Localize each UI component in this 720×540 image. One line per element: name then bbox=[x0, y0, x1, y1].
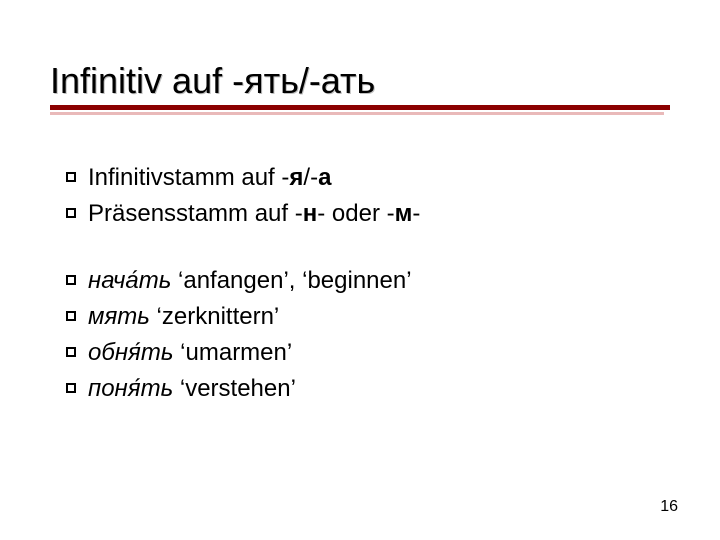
text: - oder - bbox=[317, 200, 394, 227]
list-item: обня́ть ‘umarmen’ bbox=[50, 336, 670, 370]
text: /- bbox=[303, 164, 318, 191]
example-word: обня́ть bbox=[88, 339, 174, 366]
page-number: 16 bbox=[660, 498, 678, 516]
example-word: мять bbox=[88, 303, 150, 330]
example-word: нача́ть bbox=[88, 267, 171, 294]
text-bold: я bbox=[289, 164, 303, 191]
rule-dark bbox=[50, 105, 670, 110]
list-item: мять ‘zerknittern’ bbox=[50, 300, 670, 334]
list-item: Präsensstamm auf -н- oder -м- bbox=[50, 197, 670, 231]
example-gloss: ‘umarmen’ bbox=[174, 339, 293, 366]
bullet-group-1: Infinitivstamm auf -я/-а Präsensstamm au… bbox=[50, 161, 670, 231]
text: Präsensstamm auf - bbox=[88, 200, 303, 227]
spacer bbox=[50, 234, 670, 264]
example-word: поня́ть bbox=[88, 375, 173, 402]
text: - bbox=[412, 200, 420, 227]
list-item: поня́ть ‘verstehen’ bbox=[50, 372, 670, 406]
slide-title: Infinitiv auf -ять/-ать bbox=[50, 60, 670, 101]
rule-light bbox=[50, 112, 664, 115]
list-item: нача́ть ‘anfangen’, ‘beginnen’ bbox=[50, 264, 670, 298]
example-gloss: ‘zerknittern’ bbox=[150, 303, 279, 330]
list-item: Infinitivstamm auf -я/-а bbox=[50, 161, 670, 195]
bullet-group-2: нача́ть ‘anfangen’, ‘beginnen’ мять ‘zer… bbox=[50, 264, 670, 406]
text: Infinitivstamm auf - bbox=[88, 164, 289, 191]
text-bold: н bbox=[303, 200, 318, 227]
text-bold: а bbox=[318, 164, 331, 191]
text-bold: м bbox=[395, 200, 413, 227]
example-gloss: ‘anfangen’, ‘beginnen’ bbox=[171, 267, 411, 294]
example-gloss: ‘verstehen’ bbox=[173, 375, 296, 402]
title-underline bbox=[50, 105, 670, 115]
slide: Infinitiv auf -ять/-ать Infinitivstamm a… bbox=[0, 0, 720, 540]
body-content: Infinitivstamm auf -я/-а Präsensstamm au… bbox=[50, 161, 670, 405]
